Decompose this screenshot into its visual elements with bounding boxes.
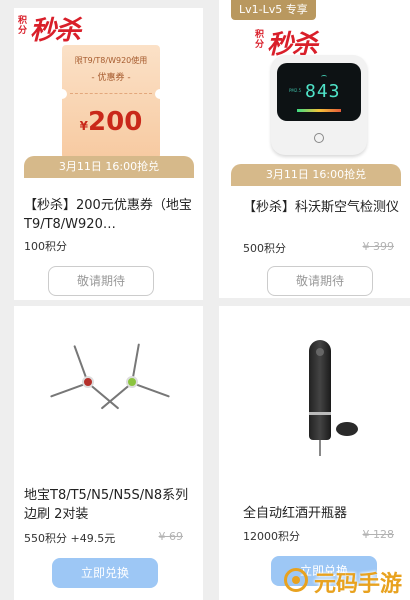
opener-ring [309,412,331,415]
product-points: 12000积分 [243,530,300,543]
monitor-label: PM2.5 [289,88,302,93]
product-image: 积分 秒杀 限T9/T8/W920使用 - 优惠券 - ¥200 [14,8,203,160]
original-price: ¥ 128 [362,528,395,541]
foil-cutter [336,422,358,436]
product-title[interactable]: 【秒杀】科沃斯空气检测仪 [243,198,403,217]
product-points: 550积分 +49.5元 [24,532,116,545]
coupon-name: - 优惠券 - [91,73,131,83]
product-title[interactable]: 【秒杀】200元优惠券（地宝T9/T8/W920… [24,196,194,234]
miaosha-big-label: 秒杀 [30,16,81,46]
corkscrew [319,440,321,456]
coupon-currency: ¥ [79,119,89,133]
coupon-usage: 限T9/T8/W920使用 [74,56,148,65]
watermark-text: 元码手游网 [314,572,403,597]
coming-soon-button[interactable]: 敬请期待 [267,266,373,296]
coupon-notch-right [155,89,165,99]
product-card-coupon[interactable]: 积分 秒杀 限T9/T8/W920使用 - 优惠券 - ¥200 3月11日 1… [14,8,203,300]
brush-hub [82,376,94,388]
monitor-screen: PM2.5 843 [277,63,361,121]
wine-opener [309,340,331,440]
coupon-amount: ¥200 [62,107,160,137]
product-image [14,306,203,476]
coming-soon-button[interactable]: 敬请期待 [48,266,154,296]
air-monitor-device: PM2.5 843 [271,55,367,155]
product-image [219,306,410,476]
original-price: ¥ 69 [158,530,184,543]
product-title[interactable]: 全自动红酒开瓶器 [243,504,410,523]
brush-hub [126,376,138,388]
product-image: Lv1-Lv5 专享 积分 秒杀 PM2.5 843 [219,0,410,160]
product-title[interactable]: 地宝T8/T5/N5/N5S/N8系列边刷 2对装 [24,486,194,524]
power-icon [314,133,324,143]
vip-level-badge: Lv1-Lv5 专享 [231,0,316,20]
miaosha-logo: 积分 秒杀 [18,12,88,48]
product-card-side-brush[interactable]: 地宝T8/T5/N5/N5S/N8系列边刷 2对装 550积分 +49.5元 ¥… [14,306,203,600]
miaosha-small-label: 积分 [18,16,28,36]
monitor-reading: 843 [305,81,341,102]
product-card-air-monitor[interactable]: Lv1-Lv5 专享 积分 秒杀 PM2.5 843 3月11日 16:00抢兑… [219,0,410,298]
air-quality-bar [297,109,341,112]
miaosha-small-label: 积分 [255,30,265,50]
original-price: ¥ 399 [362,240,395,253]
product-card-wine-opener[interactable]: 全自动红酒开瓶器 12000积分 ¥ 128 立即兑换 [219,306,410,600]
coupon-divider [70,93,152,94]
coupon-ticket: 限T9/T8/W920使用 - 优惠券 - ¥200 [57,45,165,159]
product-points: 500积分 [243,242,286,255]
product-points: 100积分 [24,240,67,253]
coupon-notch-left [57,89,67,99]
flash-sale-date: 3月11日 16:00抢兑 [231,164,401,186]
wifi-icon [321,75,327,79]
redeem-button[interactable]: 立即兑换 [52,558,158,588]
flash-sale-date: 3月11日 16:00抢兑 [24,156,194,178]
watermark-logo-icon [284,568,308,592]
site-watermark: 元码手游网 [278,560,410,600]
coupon-value: 200 [88,107,143,137]
opener-button [316,348,324,356]
